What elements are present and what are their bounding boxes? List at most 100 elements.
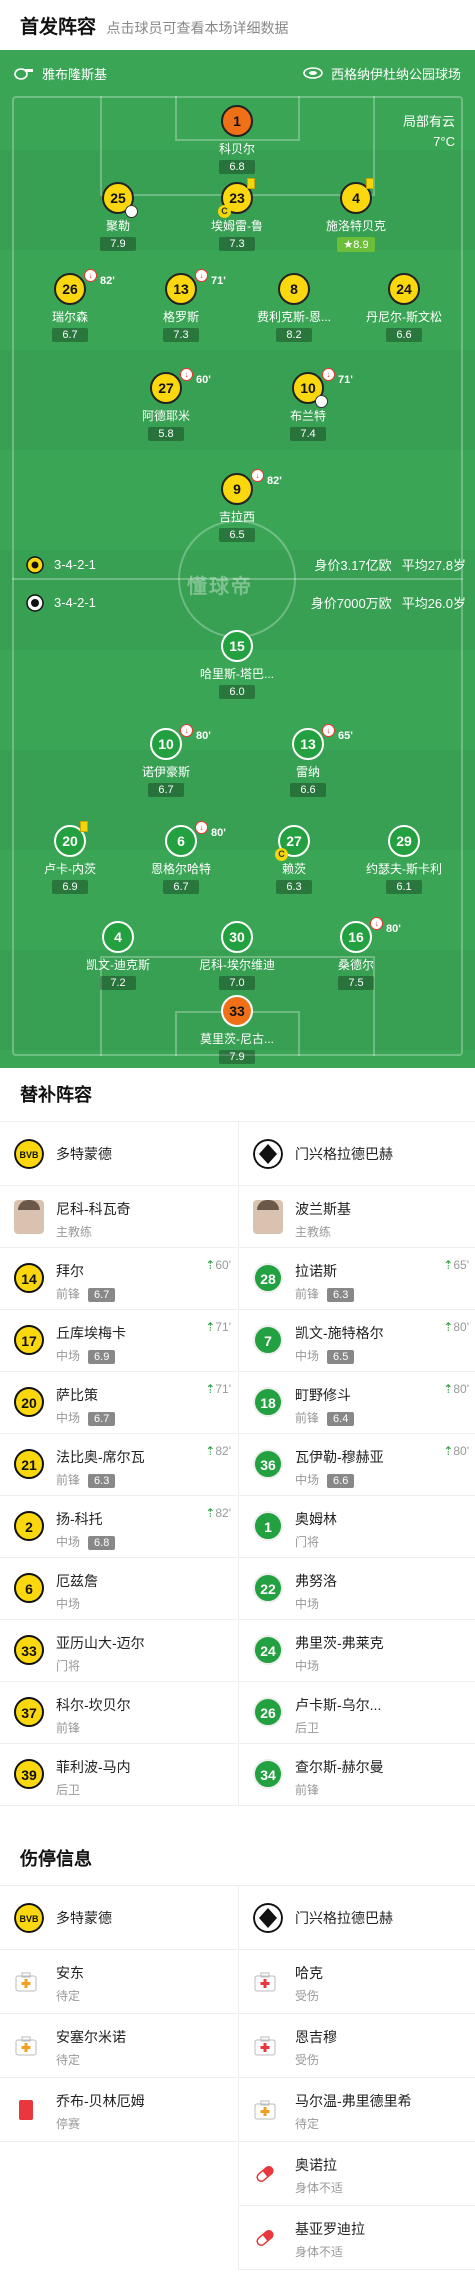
player-nicolas[interactable]: 33 莫里茨-尼古... 7.9	[189, 995, 285, 1065]
injury-row[interactable]: 基亚罗迪拉 身体不适	[239, 2206, 475, 2270]
player-rating: 6.3	[88, 1474, 116, 1488]
sub-player-row[interactable]: 14 拜尔 前锋 6.7 ⇡60'	[0, 1248, 237, 1310]
sub-out-icon: ↓	[370, 917, 383, 930]
shirt-number-badge: 33	[14, 1635, 44, 1665]
injury-row[interactable]: 哈克 受伤	[239, 1950, 475, 2014]
sub-player-row[interactable]: 34 查尔斯-赫尔曼 前锋	[239, 1744, 475, 1806]
sub-player-row[interactable]: 6 厄兹詹 中场	[0, 1558, 237, 1620]
sub-player-row[interactable]: 21 法比奥-席尔瓦 前锋 6.3 ⇡82'	[0, 1434, 237, 1496]
player-position-line: 中场	[56, 1595, 237, 1612]
injury-row[interactable]: 乔布-贝林厄姆 停赛	[0, 2078, 237, 2142]
player-position: 前锋	[295, 1783, 320, 1797]
sub-player-row[interactable]: 20 萨比策 中场 6.7 ⇡71'	[0, 1372, 237, 1434]
injury-icon	[254, 2036, 276, 2056]
injury-row[interactable]: 安塞尔米诺 待定	[0, 2014, 237, 2078]
injury-row[interactable]: 马尔温-弗里德里希 待定	[239, 2078, 475, 2142]
player-name: 奥诺拉	[295, 2157, 337, 2173]
injury-row[interactable]: 安东 待定	[0, 1950, 237, 2014]
sub-in-icon: ⇡	[205, 1382, 216, 1396]
shirt-number-badge: 39	[14, 1759, 44, 1789]
player-svensson[interactable]: 24 丹尼尔-斯文松 6.6	[356, 273, 452, 343]
player-position-line: 中场 6.8	[56, 1533, 237, 1550]
doubtful-icon	[15, 2036, 37, 2056]
team-row-gladbach: 门兴格拉德巴赫	[239, 1886, 475, 1950]
injuries-title: 伤停信息	[0, 1832, 475, 1886]
player-schlotterbeck[interactable]: 4 施洛特贝克 ★8.9	[308, 178, 404, 253]
dortmund-value: 身价3.17亿欧	[314, 558, 392, 573]
gladbach-value: 身价7000万欧	[310, 596, 392, 611]
player-name: 基亚罗迪拉	[295, 2221, 365, 2237]
weather-info: 局部有云 7°C	[403, 112, 455, 152]
player-name: 奥姆林	[295, 1511, 337, 1527]
sub-in-event: ⇡82'	[205, 1444, 231, 1458]
sub-player-row[interactable]: 39 菲利波-马内 后卫	[0, 1744, 237, 1806]
sub-player-row[interactable]: 17 丘库埃梅卡 中场 6.9 ⇡71'	[0, 1310, 237, 1372]
player-sander[interactable]: 16 ↓ 80' 桑德尔 7.5	[308, 917, 404, 991]
player-name: 弗里茨-弗莱克	[295, 1635, 384, 1651]
player-reyna[interactable]: 13 ↓ 65' 雷纳 6.6	[260, 724, 356, 798]
player-guirassy[interactable]: 9 ↓ 82' 吉拉西 6.5	[189, 469, 285, 543]
yellow-card-icon	[247, 178, 255, 189]
injury-row[interactable]: 恩吉穆 受伤	[239, 2014, 475, 2078]
injury-status: 受伤	[295, 2053, 320, 2067]
injury-status: 待定	[56, 2053, 81, 2067]
sub-player-row[interactable]: 1 奥姆林 门将	[239, 1496, 475, 1558]
sub-player-row[interactable]: 7 凯文-施特格尔 中场 6.5 ⇡80'	[239, 1310, 475, 1372]
gladbach-logo-icon	[26, 593, 44, 612]
injury-status: 身体不适	[295, 2181, 344, 2195]
sub-player-row[interactable]: 2 扬-科托 中场 6.8 ⇡82'	[0, 1496, 237, 1558]
sub-player-row[interactable]: 28 拉诺斯 前锋 6.3 ⇡65'	[239, 1248, 475, 1310]
player-position-line: 前锋 6.7	[56, 1285, 237, 1302]
page-subtitle: 点击球员可查看本场详细数据	[106, 20, 289, 36]
lineup-page: { "header":{"title":"首发阵容","subtitle":"点…	[0, 0, 475, 2296]
injury-row[interactable]: 奥诺拉 身体不适	[239, 2142, 475, 2206]
page-title: 首发阵容	[20, 17, 97, 38]
team-row-dortmund: BVB 多特蒙德	[0, 1122, 237, 1186]
subs-left-list: 14 拜尔 前锋 6.7 ⇡60' 17 丘库埃梅卡 中场 6.9 ⇡71' 20 萨比策 中场 6.7 ⇡…	[0, 1248, 237, 1806]
sub-in-event: ⇡71'	[205, 1382, 231, 1396]
shirt-number-badge: 20	[14, 1387, 44, 1417]
sub-player-row[interactable]: 37 科尔-坎贝尔 前锋	[0, 1682, 237, 1744]
red-card-icon	[19, 2100, 33, 2120]
player-kobel[interactable]: 1 科贝尔 6.8	[189, 105, 285, 175]
sub-player-row[interactable]: 36 瓦伊勒-穆赫亚 中场 6.6 ⇡80'	[239, 1434, 475, 1496]
player-emre-can[interactable]: 23 C 埃姆雷-鲁 7.3	[189, 178, 285, 252]
player-name: 马尔温-弗里德里希	[295, 2093, 412, 2109]
sub-player-row[interactable]: 22 弗努洛 中场	[239, 1558, 475, 1620]
player-ryerson[interactable]: 26 ↓ 82' 瑞尔森 6.7	[22, 269, 118, 343]
player-tabakovic[interactable]: 15 哈里斯-塔巴... 6.0	[189, 630, 285, 700]
sub-player-row[interactable]: 26 卢卡斯-乌尔... 后卫	[239, 1682, 475, 1744]
player-suele[interactable]: 25 聚勒 7.9	[70, 182, 166, 252]
player-name: 亚历山大-迈尔	[56, 1635, 145, 1651]
player-rating: 6.9	[88, 1350, 116, 1364]
sub-player-row[interactable]: 18 町野修斗 前锋 6.4 ⇡80'	[239, 1372, 475, 1434]
player-name: 查尔斯-赫尔曼	[295, 1759, 384, 1775]
coach-row[interactable]: 尼科-科瓦奇 主教练	[0, 1186, 237, 1248]
player-reitz[interactable]: 27 C 赖茨 6.3	[246, 825, 342, 895]
player-nmecha[interactable]: 8 费利克斯-恩... 8.2	[246, 273, 342, 343]
player-brandt[interactable]: 10 ↓ 71' 布兰特 7.4	[260, 368, 356, 442]
player-adeyemi[interactable]: 27 ↓ 60' 阿德耶米 5.8	[118, 368, 214, 442]
player-rating: 6.8	[88, 1536, 116, 1550]
injury-status: 受伤	[295, 1989, 320, 2003]
coach-row[interactable]: 波兰斯基 主教练	[239, 1186, 475, 1248]
player-engelhardt[interactable]: 6 ↓ 80' 恩格尔哈特 6.7	[133, 821, 229, 895]
player-rating: 6.5	[327, 1350, 355, 1364]
player-gross[interactable]: 13 ↓ 71' 格罗斯 7.3	[133, 269, 229, 343]
player-elvedi[interactable]: 30 尼科-埃尔维迪 7.0	[189, 921, 285, 991]
subs-right-list: 28 拉诺斯 前锋 6.3 ⇡65' 7 凯文-施特格尔 中场 6.5 ⇡80' 18 町野修斗 前锋 6…	[239, 1248, 475, 1806]
player-position-line: 中场 6.6	[295, 1471, 475, 1488]
yellow-card-icon	[366, 178, 374, 189]
weather-condition: 局部有云	[402, 114, 455, 129]
player-diks[interactable]: 4 凯文-迪克斯 7.2	[70, 921, 166, 991]
ball-icon	[315, 395, 328, 408]
player-name: 科尔-坎贝尔	[56, 1697, 131, 1713]
injury-status: 身体不适	[295, 2245, 344, 2259]
sub-player-row[interactable]: 33 亚历山大-迈尔 门将	[0, 1620, 237, 1682]
player-position-line: 前锋 6.3	[295, 1285, 475, 1302]
sub-player-row[interactable]: 24 弗里茨-弗莱克 中场	[239, 1620, 475, 1682]
player-netz[interactable]: 20 卢卡-内茨 6.9	[22, 821, 118, 895]
gladbach-logo-icon	[253, 1903, 283, 1933]
player-neuhaus[interactable]: 10 ↓ 80' 诺伊豪斯 6.7	[118, 724, 214, 798]
player-scally[interactable]: 29 约瑟夫-斯卡利 6.1	[356, 825, 452, 895]
